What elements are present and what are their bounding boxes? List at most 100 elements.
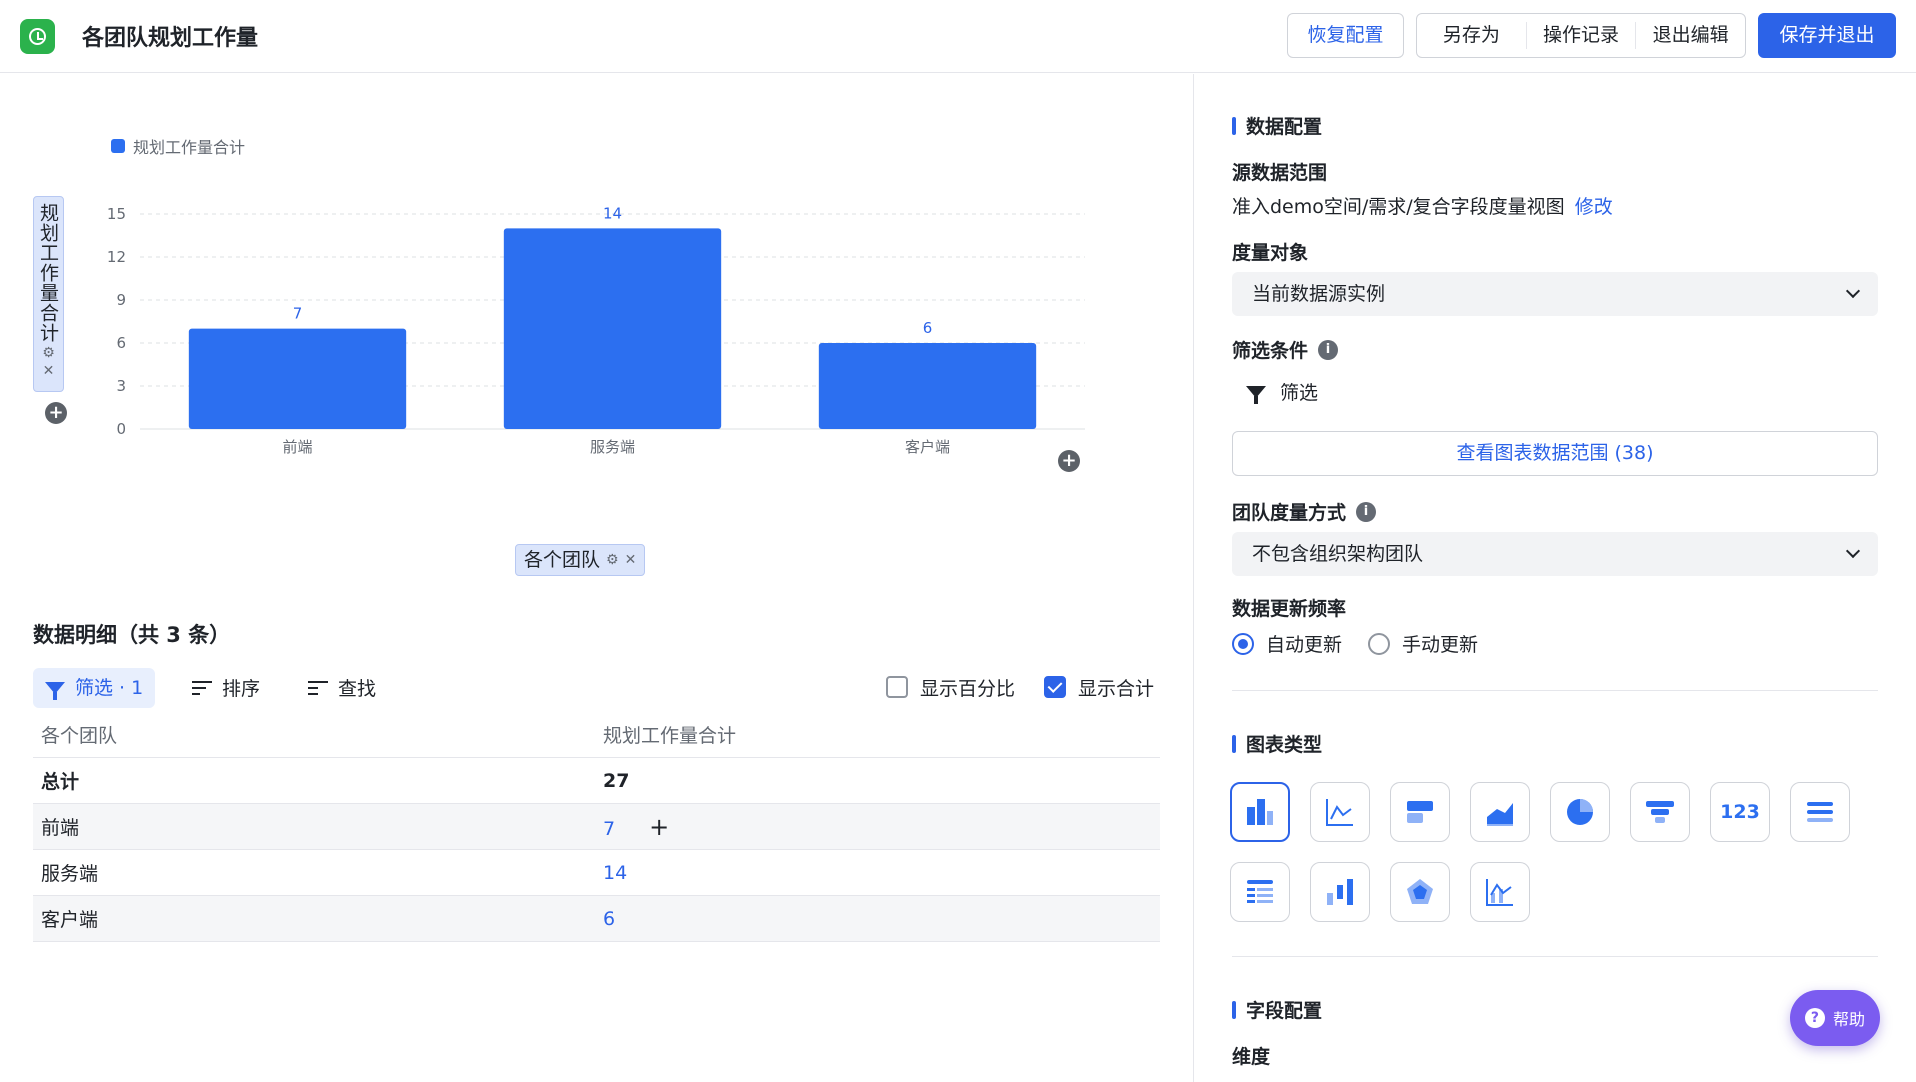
table-row[interactable]: 客户端 6 <box>33 896 1160 942</box>
bar-value-label: 7 <box>293 305 303 323</box>
detail-sort-button[interactable]: 排序 <box>192 674 260 701</box>
restore-config-button[interactable]: 恢复配置 <box>1287 13 1404 58</box>
page-title: 各团队规划工作量 <box>82 26 259 51</box>
update-freq-label: 数据更新频率 <box>1232 598 1347 620</box>
close-icon[interactable]: ✕ <box>43 363 55 379</box>
value-link[interactable]: 6 <box>603 908 615 930</box>
legend-label: 规划工作量合计 <box>133 138 246 157</box>
list-icon <box>1807 802 1833 822</box>
value-cell[interactable]: 14 <box>603 862 1160 884</box>
auto-update-radio[interactable] <box>1232 632 1254 655</box>
detail-filter-button[interactable]: 筛选 · 1 <box>33 668 156 708</box>
table-icon <box>1247 880 1273 903</box>
chart-type-radar[interactable] <box>1390 862 1450 922</box>
y-axis-field-label: 规划工作量合计 <box>37 203 59 343</box>
value-link[interactable]: 7 <box>603 818 615 840</box>
table-header: 各个团队 规划工作量合计 <box>33 712 1160 758</box>
y-axis-field-tag[interactable]: 规划工作量合计 ⚙ ✕ <box>33 196 64 392</box>
total-label: 总计 <box>41 771 80 793</box>
source-range-value: 准入demo空间/需求/复合字段度量视图 修改 <box>1232 192 1613 219</box>
save-and-exit-button[interactable]: 保存并退出 <box>1758 13 1896 58</box>
value-cell[interactable]: 6 <box>603 908 1160 930</box>
chart-type-column-compare[interactable] <box>1310 862 1370 922</box>
radar-chart-icon <box>1407 879 1433 904</box>
section-divider <box>1232 690 1878 691</box>
show-percent-checkbox[interactable] <box>886 676 908 698</box>
y-tick-label: 9 <box>116 291 126 309</box>
filter-condition-text: 筛选条件 <box>1232 340 1309 362</box>
exit-edit-button[interactable]: 退出编辑 <box>1636 22 1745 49</box>
x-tick-label: 服务端 <box>590 438 635 456</box>
crosshair-cursor-icon: + <box>649 812 670 841</box>
x-tick-label: 前端 <box>282 438 312 456</box>
value-link[interactable]: 14 <box>603 862 627 884</box>
chart-type-line[interactable] <box>1310 782 1370 842</box>
measure-object-value: 当前数据源实例 <box>1252 283 1386 305</box>
chart-type-table[interactable] <box>1230 862 1290 922</box>
detail-filter-label: 筛选 · 1 <box>75 677 144 699</box>
column-header[interactable]: 各个团队 <box>33 721 603 748</box>
combo-chart-icon <box>1486 879 1513 906</box>
info-icon[interactable]: i <box>1356 501 1377 522</box>
source-range-label: 源数据范围 <box>1232 162 1328 184</box>
y-tick-label: 0 <box>116 420 126 438</box>
action-button-group: 另存为 操作记录 退出编辑 <box>1416 13 1746 58</box>
detail-find-button[interactable]: 查找 <box>308 674 376 701</box>
chart-type-area[interactable] <box>1470 782 1530 842</box>
team-measure-select[interactable]: 不包含组织架构团队 <box>1232 532 1878 576</box>
line-chart-icon <box>1326 799 1353 826</box>
save-as-button[interactable]: 另存为 <box>1417 22 1527 49</box>
y-tick-label: 12 <box>107 248 126 266</box>
source-edit-link[interactable]: 修改 <box>1575 196 1613 218</box>
column-header[interactable]: 规划工作量合计 <box>603 721 1160 748</box>
team-measure-text: 团队度量方式 <box>1232 502 1347 524</box>
detail-table: 各个团队 规划工作量合计 总计 27 前端 7 + 服务端 14 客户端 6 <box>33 712 1160 942</box>
help-button[interactable]: ? 帮助 <box>1790 990 1880 1046</box>
pie-chart-icon <box>1567 799 1593 825</box>
chart-type-bar[interactable] <box>1230 782 1290 842</box>
view-chart-range-button[interactable]: 查看图表数据范围 (38) <box>1232 431 1878 476</box>
config-filter-button[interactable]: 筛选 <box>1246 378 1318 405</box>
measure-object-select[interactable]: 当前数据源实例 <box>1232 272 1878 316</box>
team-cell: 客户端 <box>41 909 99 931</box>
chart-type-horizontal-bar[interactable] <box>1390 782 1450 842</box>
history-button[interactable]: 操作记录 <box>1527 22 1637 49</box>
chart-type-combo[interactable] <box>1470 862 1530 922</box>
manual-update-radio[interactable] <box>1368 632 1391 655</box>
chart-type-list[interactable] <box>1790 782 1850 842</box>
area-chart-icon <box>1487 803 1513 826</box>
chart-panel: 规划工作量合计 规划工作量合计 ⚙ ✕ 0 3 6 9 12 15 7 前端 14 服务端 6 客户端… <box>0 74 1193 1082</box>
table-row[interactable]: 服务端 14 <box>33 850 1160 896</box>
gear-icon[interactable]: ⚙ <box>606 545 619 575</box>
field-config-section-title: 字段配置 <box>1232 996 1322 1023</box>
funnel-chart-icon <box>1646 801 1674 823</box>
update-freq-radio-group: 自动更新 手动更新 <box>1232 630 1478 657</box>
config-filter-label: 筛选 <box>1280 382 1319 404</box>
help-label: 帮助 <box>1832 1010 1865 1029</box>
legend-swatch <box>111 139 125 153</box>
chart-type-funnel[interactable] <box>1630 782 1690 842</box>
show-percent-label: 显示百分比 <box>920 678 1016 700</box>
add-x-field-icon[interactable]: + <box>1058 450 1080 472</box>
add-y-field-icon[interactable]: + <box>45 402 67 424</box>
chart-type-pie[interactable] <box>1550 782 1610 842</box>
column-compare-icon <box>1327 879 1353 905</box>
value-cell[interactable]: 7 + <box>603 813 1160 841</box>
horizontal-bar-icon <box>1407 801 1433 823</box>
show-total-checkbox[interactable] <box>1044 676 1066 698</box>
gear-icon[interactable]: ⚙ <box>42 345 55 361</box>
info-icon[interactable]: i <box>1318 339 1339 360</box>
chart-type-section-title: 图表类型 <box>1232 730 1322 757</box>
y-tick-label: 15 <box>107 205 126 223</box>
close-icon[interactable]: ✕ <box>625 545 637 575</box>
bar <box>503 228 722 429</box>
manual-update-label: 手动更新 <box>1402 634 1479 656</box>
filter-icon <box>1246 385 1266 404</box>
filter-condition-label: 筛选条件 i <box>1232 336 1339 363</box>
app-logo-icon <box>20 19 55 54</box>
data-config-section-title: 数据配置 <box>1232 112 1322 139</box>
chart-type-number[interactable]: 123 <box>1710 782 1770 842</box>
table-row[interactable]: 前端 7 + <box>33 804 1160 850</box>
number-card-icon: 123 <box>1720 801 1760 823</box>
x-axis-field-tag[interactable]: 各个团队 ⚙ ✕ <box>515 544 646 576</box>
